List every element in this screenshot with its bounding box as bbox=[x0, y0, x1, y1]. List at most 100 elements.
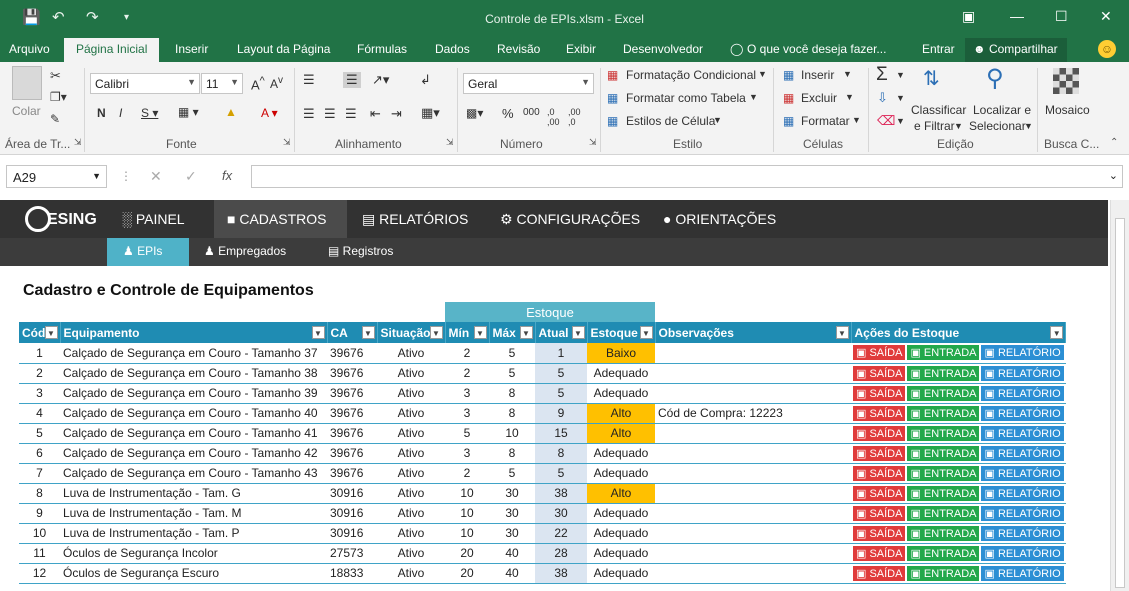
relatorio-button[interactable]: ▣ RELATÓRIO bbox=[981, 525, 1064, 541]
relatorio-button[interactable]: ▣ RELATÓRIO bbox=[981, 425, 1064, 441]
tab-inserir[interactable]: Inserir bbox=[175, 42, 208, 56]
tab-revisao[interactable]: Revisão bbox=[497, 42, 540, 56]
cell-atual[interactable]: 5 bbox=[535, 383, 587, 404]
cell-ca[interactable]: 30916 bbox=[327, 483, 377, 504]
relatorio-button[interactable]: ▣ RELATÓRIO bbox=[981, 565, 1064, 581]
entrada-button[interactable]: ▣ ENTRADA bbox=[907, 345, 980, 361]
formula-input[interactable]: ⌄ bbox=[251, 165, 1123, 188]
cell-ca[interactable]: 27573 bbox=[327, 543, 377, 564]
cell-min[interactable]: 2 bbox=[445, 463, 489, 484]
cell-situacao[interactable]: Ativo bbox=[377, 443, 445, 464]
align-middle-icon[interactable]: ☰ bbox=[343, 72, 361, 88]
relatorio-button[interactable]: ▣ RELATÓRIO bbox=[981, 505, 1064, 521]
nav-painel[interactable]: ░ PAINEL bbox=[107, 200, 213, 238]
copy-icon[interactable]: ❐▾ bbox=[50, 90, 67, 104]
alignment-launcher-icon[interactable]: ⇲ bbox=[446, 137, 454, 148]
cell-max[interactable]: 5 bbox=[489, 343, 535, 364]
cell-ca[interactable]: 30916 bbox=[327, 503, 377, 524]
ribbon-display-icon[interactable]: ▣ bbox=[962, 8, 975, 25]
cell-equipamento[interactable]: Óculos de Segurança Escuro bbox=[60, 563, 327, 584]
cell-situacao[interactable]: Ativo bbox=[377, 543, 445, 564]
entrada-button[interactable]: ▣ ENTRADA bbox=[907, 505, 980, 521]
cell-cod[interactable]: 6 bbox=[19, 443, 60, 464]
entrada-button[interactable]: ▣ ENTRADA bbox=[907, 445, 980, 461]
cell-ca[interactable]: 39676 bbox=[327, 363, 377, 384]
subnav-registros[interactable]: ▤ Registros bbox=[328, 238, 393, 266]
saida-button[interactable]: ▣ SAÍDA bbox=[853, 445, 906, 461]
filter-dropdown-icon[interactable]: ▼ bbox=[519, 326, 533, 339]
cell-observacoes[interactable] bbox=[655, 483, 851, 504]
cell-observacoes[interactable] bbox=[655, 423, 851, 444]
align-center-icon[interactable]: ☰ bbox=[324, 106, 336, 122]
cell-estoque[interactable]: Adequado bbox=[587, 503, 655, 524]
cell-equipamento[interactable]: Calçado de Segurança em Couro - Tamanho … bbox=[60, 403, 327, 424]
filter-dropdown-icon[interactable]: ▼ bbox=[1050, 326, 1064, 339]
find-select-label-2[interactable]: Selecionar bbox=[969, 119, 1026, 133]
cell-situacao[interactable]: Ativo bbox=[377, 383, 445, 404]
scrollbar-thumb[interactable] bbox=[1115, 218, 1125, 588]
cell-situacao[interactable]: Ativo bbox=[377, 523, 445, 544]
cell-min[interactable]: 5 bbox=[445, 423, 489, 444]
name-box[interactable]: A29 ▼ bbox=[6, 165, 107, 188]
cell-ca[interactable]: 39676 bbox=[327, 443, 377, 464]
cell-min[interactable]: 10 bbox=[445, 503, 489, 524]
nav-orientacoes[interactable]: ● ORIENTAÇÕES bbox=[663, 200, 776, 238]
cell-cod[interactable]: 3 bbox=[19, 383, 60, 404]
entrada-button[interactable]: ▣ ENTRADA bbox=[907, 365, 980, 381]
align-top-icon[interactable]: ☰ bbox=[303, 72, 315, 88]
entrada-button[interactable]: ▣ ENTRADA bbox=[907, 465, 980, 481]
cell-min[interactable]: 3 bbox=[445, 403, 489, 424]
cell-equipamento[interactable]: Calçado de Segurança em Couro - Tamanho … bbox=[60, 343, 327, 364]
tab-arquivo[interactable]: Arquivo bbox=[9, 42, 50, 56]
tab-formulas[interactable]: Fórmulas bbox=[357, 42, 407, 56]
cell-ca[interactable]: 39676 bbox=[327, 403, 377, 424]
cell-cod[interactable]: 9 bbox=[19, 503, 60, 524]
cell-atual[interactable]: 30 bbox=[535, 503, 587, 524]
cell-min[interactable]: 20 bbox=[445, 563, 489, 584]
cell-min[interactable]: 2 bbox=[445, 343, 489, 364]
cell-equipamento[interactable]: Calçado de Segurança em Couro - Tamanho … bbox=[60, 463, 327, 484]
saida-button[interactable]: ▣ SAÍDA bbox=[853, 525, 906, 541]
entrada-button[interactable]: ▣ ENTRADA bbox=[907, 565, 980, 581]
subnav-epis[interactable]: ♟ EPIs bbox=[107, 238, 189, 266]
cell-ca[interactable]: 39676 bbox=[327, 383, 377, 404]
shrink-font-icon[interactable]: Av bbox=[270, 75, 283, 91]
enter-icon[interactable]: ✓ bbox=[185, 168, 197, 185]
subnav-empregados[interactable]: ♟ Empregados bbox=[204, 238, 286, 266]
align-right-icon[interactable]: ☰ bbox=[345, 106, 357, 122]
cell-atual[interactable]: 15 bbox=[535, 423, 587, 444]
relatorio-button[interactable]: ▣ RELATÓRIO bbox=[981, 345, 1064, 361]
expand-formula-icon[interactable]: ⌄ bbox=[1109, 169, 1118, 182]
filter-dropdown-icon[interactable]: ▼ bbox=[361, 326, 375, 339]
cell-max[interactable]: 5 bbox=[489, 463, 535, 484]
cell-situacao[interactable]: Ativo bbox=[377, 563, 445, 584]
number-launcher-icon[interactable]: ⇲ bbox=[589, 137, 597, 148]
increase-indent-icon[interactable]: ⇥ bbox=[391, 106, 402, 122]
cell-situacao[interactable]: Ativo bbox=[377, 403, 445, 424]
filter-dropdown-icon[interactable]: ▼ bbox=[835, 326, 849, 339]
relatorio-button[interactable]: ▣ RELATÓRIO bbox=[981, 405, 1064, 421]
autosum-icon[interactable]: Σ bbox=[876, 64, 888, 86]
cell-observacoes[interactable] bbox=[655, 443, 851, 464]
mosaic-icon[interactable] bbox=[1053, 68, 1079, 94]
saida-button[interactable]: ▣ SAÍDA bbox=[853, 565, 906, 581]
relatorio-button[interactable]: ▣ RELATÓRIO bbox=[981, 545, 1064, 561]
filter-dropdown-icon[interactable]: ▼ bbox=[44, 326, 58, 339]
sort-filter-icon[interactable]: ⇅ bbox=[923, 66, 940, 91]
cell-max[interactable]: 30 bbox=[489, 483, 535, 504]
cell-equipamento[interactable]: Calçado de Segurança em Couro - Tamanho … bbox=[60, 443, 327, 464]
cell-estoque[interactable]: Adequado bbox=[587, 363, 655, 384]
cell-ca[interactable]: 30916 bbox=[327, 523, 377, 544]
saida-button[interactable]: ▣ SAÍDA bbox=[853, 345, 906, 361]
cell-equipamento[interactable]: Luva de Instrumentação - Tam. G bbox=[60, 483, 327, 504]
cell-equipamento[interactable]: Calçado de Segurança em Couro - Tamanho … bbox=[60, 423, 327, 444]
filter-dropdown-icon[interactable]: ▼ bbox=[639, 326, 653, 339]
close-icon[interactable]: ✕ bbox=[1100, 8, 1112, 25]
cell-atual[interactable]: 38 bbox=[535, 563, 587, 584]
cell-observacoes[interactable] bbox=[655, 383, 851, 404]
cell-estoque[interactable]: Adequado bbox=[587, 563, 655, 584]
find-select-icon[interactable]: ⚲ bbox=[986, 64, 1004, 93]
filter-dropdown-icon[interactable]: ▼ bbox=[473, 326, 487, 339]
filter-dropdown-icon[interactable]: ▼ bbox=[429, 326, 443, 339]
cell-min[interactable]: 3 bbox=[445, 443, 489, 464]
